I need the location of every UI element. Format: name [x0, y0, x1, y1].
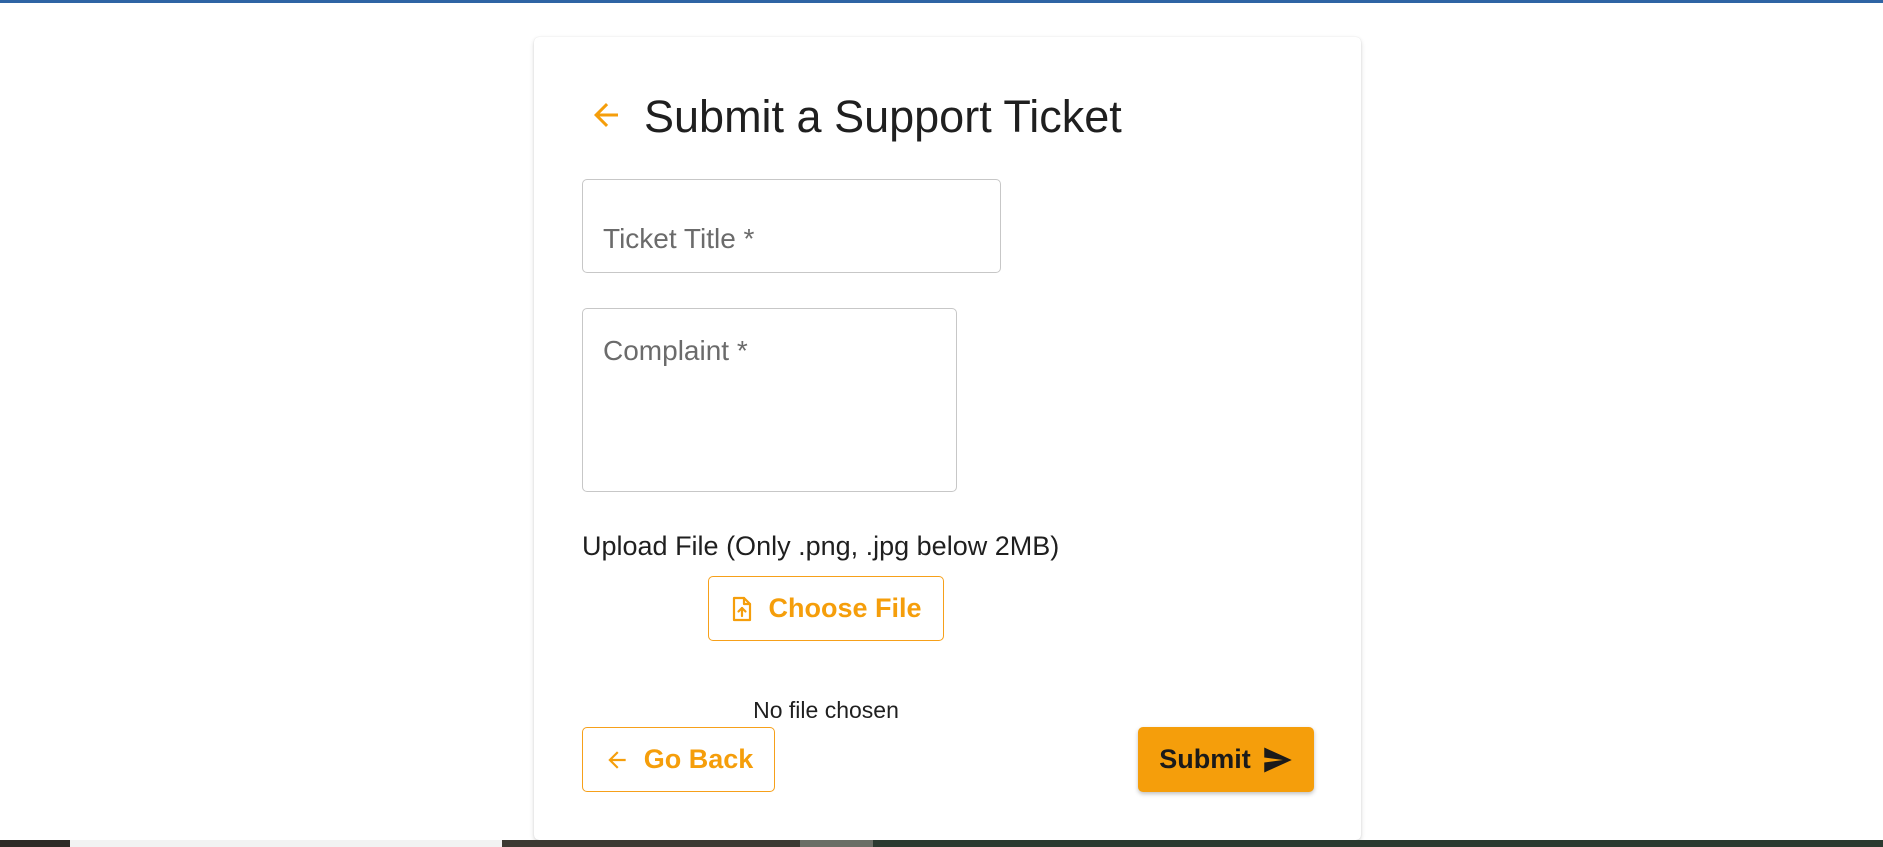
ticket-title-input[interactable]: [583, 180, 1000, 272]
page-title: Submit a Support Ticket: [644, 91, 1122, 142]
choose-file-button[interactable]: Choose File: [708, 576, 944, 641]
upload-file-label: Upload File (Only .png, .jpg below 2MB): [582, 531, 1060, 561]
card-header: Submit a Support Ticket: [582, 91, 1122, 142]
go-back-label: Go Back: [643, 744, 754, 774]
complaint-textarea[interactable]: [583, 309, 956, 491]
background-strip: [0, 840, 1883, 847]
go-back-button[interactable]: Go Back: [582, 727, 775, 792]
submit-button[interactable]: Submit: [1138, 727, 1314, 792]
arrow-left-icon: [588, 97, 624, 138]
file-upload-icon: [730, 596, 754, 622]
arrow-left-icon: [604, 747, 630, 773]
header-back-button[interactable]: [584, 95, 628, 139]
top-accent-bar: [0, 0, 1883, 3]
file-status-text: No file chosen: [753, 697, 899, 723]
submit-label: Submit: [1159, 744, 1251, 774]
complaint-field[interactable]: [582, 308, 957, 492]
choose-file-label: Choose File: [768, 593, 922, 623]
support-ticket-card: Submit a Support Ticket Upload File (Onl…: [534, 37, 1361, 840]
send-icon: [1263, 746, 1293, 774]
ticket-title-field[interactable]: [582, 179, 1001, 273]
